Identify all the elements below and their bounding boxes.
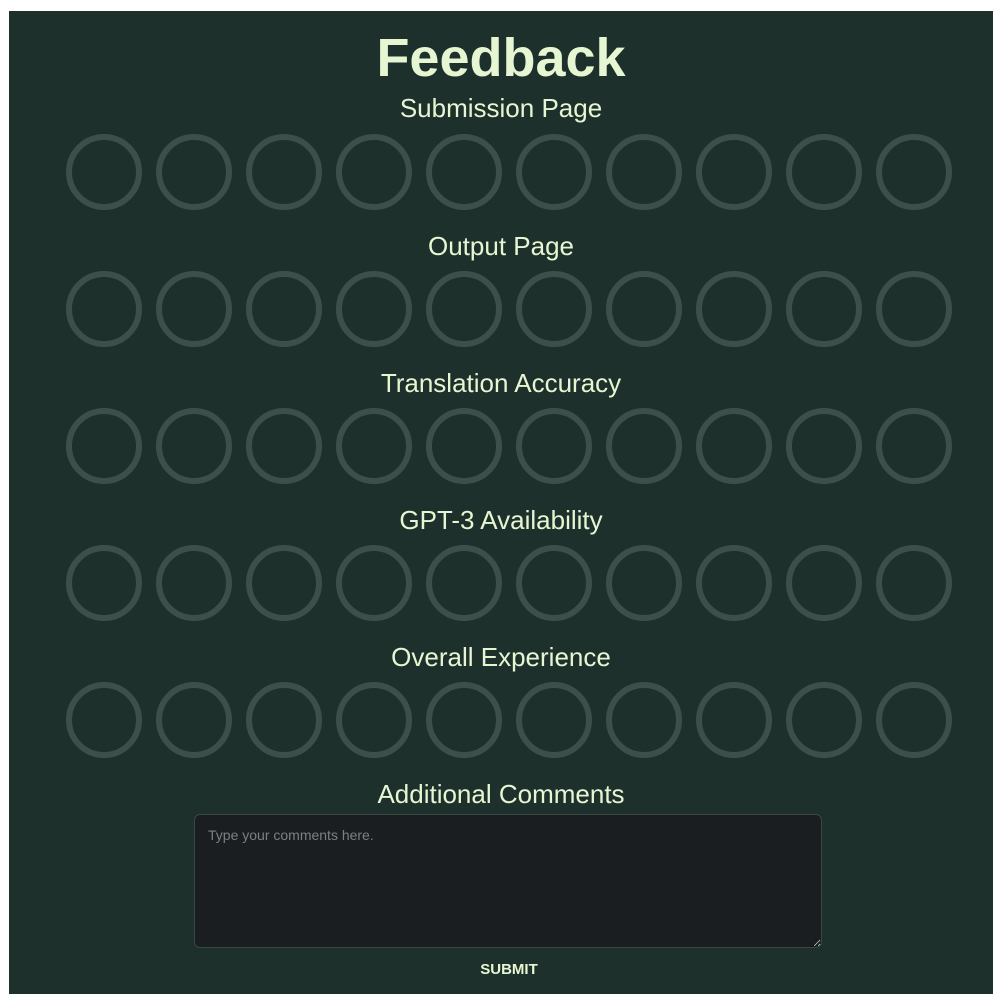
rating-option-9[interactable]: [786, 271, 862, 347]
rating-row-overall-experience: [66, 682, 952, 758]
section-label-gpt3-availability: GPT-3 Availability: [399, 505, 603, 535]
rating-option-2[interactable]: [156, 682, 232, 758]
rating-option-9[interactable]: [786, 408, 862, 484]
rating-option-7[interactable]: [606, 134, 682, 210]
rating-option-6[interactable]: [516, 408, 592, 484]
rating-option-4[interactable]: [336, 271, 412, 347]
rating-option-8[interactable]: [696, 408, 772, 484]
rating-option-8[interactable]: [696, 682, 772, 758]
rating-row-gpt3-availability: [66, 545, 952, 621]
section-label-output-page: Output Page: [428, 231, 574, 261]
rating-option-5[interactable]: [426, 545, 502, 621]
rating-row-output-page: [66, 271, 952, 347]
section-label-translation-accuracy: Translation Accuracy: [380, 368, 622, 398]
rating-option-9[interactable]: [786, 134, 862, 210]
rating-option-2[interactable]: [156, 408, 232, 484]
rating-option-8[interactable]: [696, 271, 772, 347]
rating-option-7[interactable]: [606, 271, 682, 347]
rating-option-5[interactable]: [426, 134, 502, 210]
rating-option-1[interactable]: [66, 134, 142, 210]
rating-option-6[interactable]: [516, 682, 592, 758]
page-title: Feedback: [376, 28, 626, 88]
section-label-submission-page: Submission Page: [399, 93, 603, 123]
rating-option-8[interactable]: [696, 134, 772, 210]
rating-row-submission-page: [66, 134, 952, 210]
rating-option-4[interactable]: [336, 408, 412, 484]
rating-option-10[interactable]: [876, 682, 952, 758]
rating-option-5[interactable]: [426, 682, 502, 758]
rating-option-4[interactable]: [336, 134, 412, 210]
rating-row-translation-accuracy: [66, 408, 952, 484]
rating-option-10[interactable]: [876, 271, 952, 347]
rating-option-5[interactable]: [426, 271, 502, 347]
rating-option-6[interactable]: [516, 271, 592, 347]
rating-option-8[interactable]: [696, 545, 772, 621]
rating-option-1[interactable]: [66, 408, 142, 484]
submit-button[interactable]: SUBMIT: [449, 957, 569, 981]
rating-option-3[interactable]: [246, 134, 322, 210]
rating-option-10[interactable]: [876, 545, 952, 621]
rating-option-10[interactable]: [876, 408, 952, 484]
section-label-overall-experience: Overall Experience: [391, 642, 611, 672]
rating-option-2[interactable]: [156, 134, 232, 210]
rating-option-3[interactable]: [246, 682, 322, 758]
rating-option-1[interactable]: [66, 545, 142, 621]
rating-option-7[interactable]: [606, 682, 682, 758]
rating-option-10[interactable]: [876, 134, 952, 210]
feedback-panel: Feedback Submission Page Output Page Tra…: [9, 11, 993, 994]
rating-option-3[interactable]: [246, 545, 322, 621]
rating-option-7[interactable]: [606, 408, 682, 484]
rating-option-4[interactable]: [336, 545, 412, 621]
rating-option-5[interactable]: [426, 408, 502, 484]
rating-option-3[interactable]: [246, 408, 322, 484]
section-label-additional-comments: Additional Comments: [377, 779, 625, 809]
rating-option-6[interactable]: [516, 545, 592, 621]
rating-option-9[interactable]: [786, 682, 862, 758]
rating-option-1[interactable]: [66, 682, 142, 758]
rating-option-6[interactable]: [516, 134, 592, 210]
rating-option-3[interactable]: [246, 271, 322, 347]
rating-option-9[interactable]: [786, 545, 862, 621]
rating-option-2[interactable]: [156, 545, 232, 621]
rating-option-4[interactable]: [336, 682, 412, 758]
rating-option-7[interactable]: [606, 545, 682, 621]
comments-textarea[interactable]: [194, 814, 822, 948]
rating-option-1[interactable]: [66, 271, 142, 347]
rating-option-2[interactable]: [156, 271, 232, 347]
